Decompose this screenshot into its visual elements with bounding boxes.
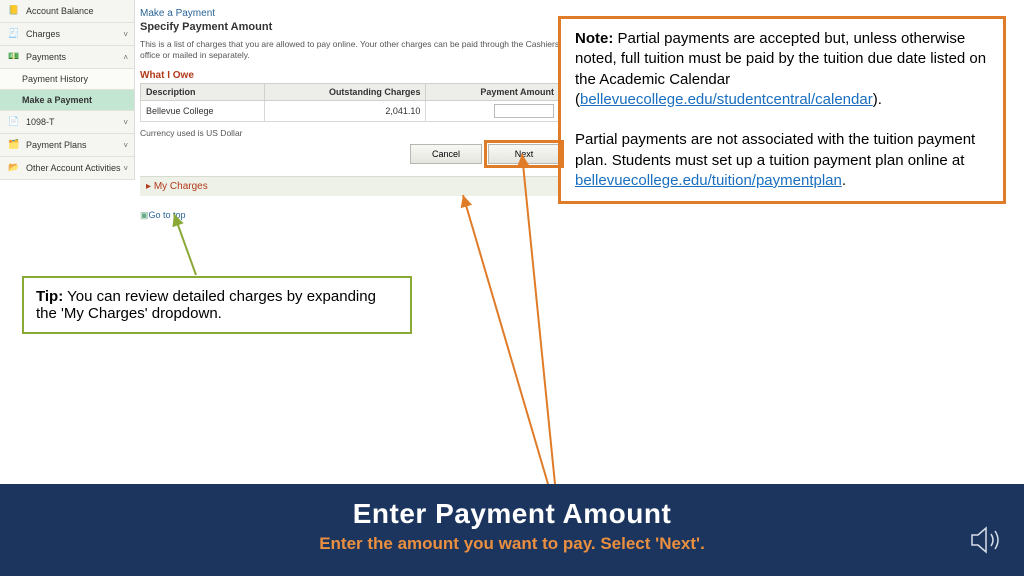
col-outstanding: Outstanding Charges (264, 84, 426, 101)
chevron-up-icon: ˄ (123, 53, 128, 62)
footer-banner: Enter Payment Amount Enter the amount yo… (0, 484, 1024, 576)
nav-payment-history[interactable]: Payment History (0, 69, 134, 90)
ledger-icon: 📒 (8, 5, 20, 17)
note-p1b: ). (873, 91, 882, 108)
chevron-down-icon: ˅ (123, 118, 128, 127)
button-row: Cancel Next (140, 144, 560, 164)
paymentplan-link[interactable]: bellevuecollege.edu/tuition/paymentplan (575, 172, 842, 189)
cell-outstanding: 2,041.10 (264, 101, 426, 122)
note-p1: Note: Partial payments are accepted but,… (575, 29, 989, 110)
payments-icon: 💵 (8, 51, 20, 63)
footer-title: Enter Payment Amount (0, 498, 1024, 530)
plan-icon: 🗂️ (8, 139, 20, 151)
nav-label: Charges (26, 29, 60, 39)
breadcrumb[interactable]: Make a Payment (140, 8, 560, 19)
owe-table: Description Outstanding Charges Payment … (140, 83, 560, 122)
note-callout: Note: Partial payments are accepted but,… (558, 16, 1006, 204)
main-panel: Make a Payment Specify Payment Amount Th… (140, 8, 560, 221)
nav-label: Make a Payment (22, 95, 92, 105)
col-description: Description (141, 84, 265, 101)
nav-label: Other Account Activities (26, 163, 121, 173)
go-to-top-link[interactable]: ▣Go to top (140, 210, 560, 221)
speaker-icon (970, 525, 1004, 558)
chevron-down-icon: ˅ (123, 30, 128, 39)
nav-payments[interactable]: 💵 Payments ˄ (0, 46, 134, 69)
note-p2a: Partial payments are not associated with… (575, 131, 975, 168)
nav-account-balance[interactable]: 📒 Account Balance (0, 0, 134, 23)
calendar-link[interactable]: bellevuecollege.edu/studentcentral/calen… (580, 91, 873, 108)
my-charges-dropdown[interactable]: My Charges (140, 176, 560, 196)
currency-note: Currency used is US Dollar (140, 128, 560, 138)
nav-label: Payment Plans (26, 140, 87, 150)
note-label: Note: (575, 30, 613, 47)
cell-payment-amount (426, 101, 560, 122)
nav-charges[interactable]: 🧾 Charges ˅ (0, 23, 134, 46)
next-button[interactable]: Next (488, 144, 560, 164)
what-i-owe-title: What I Owe (140, 70, 560, 81)
nav-label: Account Balance (26, 6, 94, 16)
nav-label: 1098-T (26, 117, 55, 127)
sidebar: 📒 Account Balance 🧾 Charges ˅ 💵 Payments… (0, 0, 135, 180)
chevron-down-icon: ˅ (123, 164, 128, 173)
table-row: Bellevue College 2,041.10 (141, 101, 560, 122)
my-charges-label: My Charges (154, 181, 208, 192)
table-header-row: Description Outstanding Charges Payment … (141, 84, 560, 101)
go-top-icon: ▣ (140, 210, 149, 220)
cancel-button[interactable]: Cancel (410, 144, 482, 164)
col-payment-amount: Payment Amount (426, 84, 560, 101)
nav-label: Payment History (22, 74, 88, 84)
nav-1098t[interactable]: 📄 1098-T ˅ (0, 111, 134, 134)
nav-payment-plans[interactable]: 🗂️ Payment Plans ˅ (0, 134, 134, 157)
activities-icon: 📂 (8, 162, 20, 174)
footer-subtitle: Enter the amount you want to pay. Select… (0, 534, 1024, 554)
tip-text: You can review detailed charges by expan… (36, 288, 376, 322)
tax-form-icon: 📄 (8, 116, 20, 128)
nav-make-a-payment[interactable]: Make a Payment (0, 90, 134, 111)
tip-callout: Tip: You can review detailed charges by … (22, 276, 412, 334)
payment-amount-input[interactable] (494, 104, 554, 118)
page-hint: This is a list of charges that you are a… (140, 39, 560, 60)
tip-label: Tip: (36, 288, 63, 305)
note-p2: Partial payments are not associated with… (575, 130, 989, 191)
note-p2b: . (842, 172, 846, 189)
go-top-label: Go to top (149, 210, 186, 220)
charges-icon: 🧾 (8, 28, 20, 40)
chevron-down-icon: ˅ (123, 141, 128, 150)
nav-other-activities[interactable]: 📂 Other Account Activities ˅ (0, 157, 134, 180)
page-title: Specify Payment Amount (140, 21, 560, 33)
nav-label: Payments (26, 52, 66, 62)
cell-description: Bellevue College (141, 101, 265, 122)
